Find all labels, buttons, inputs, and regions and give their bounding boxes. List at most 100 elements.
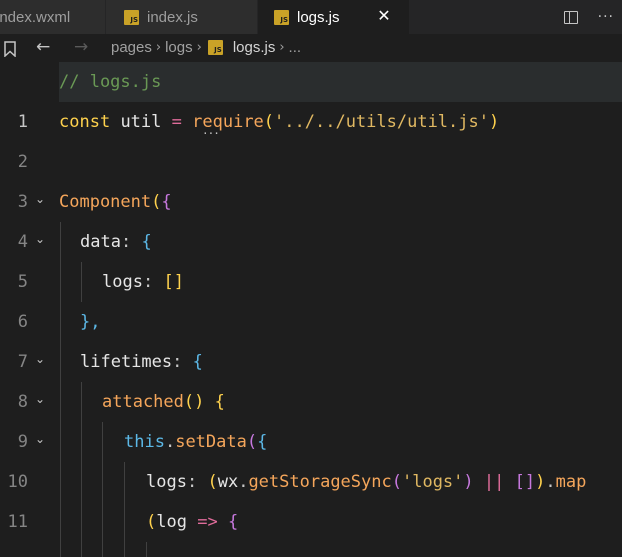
bookmark-icon[interactable] bbox=[4, 41, 16, 57]
dot-token: . bbox=[164, 432, 176, 452]
code-line[interactable]: 8 ⌄ lifetimes: { bbox=[0, 342, 622, 412]
tab-index-js[interactable]: JS index.js bbox=[106, 0, 258, 34]
tab-label: logs.js bbox=[297, 8, 340, 26]
brace-token: }, bbox=[80, 312, 101, 332]
code-line[interactable]: 10 ⌄ this.setData({ bbox=[0, 422, 622, 492]
colon-token: : bbox=[186, 472, 198, 492]
code-line[interactable]: 3 bbox=[0, 142, 622, 212]
colon-token: : bbox=[172, 352, 183, 372]
code-content bbox=[59, 142, 622, 182]
function-token: getStorageSync bbox=[248, 472, 392, 492]
code-content: data: { bbox=[59, 222, 622, 262]
code-line[interactable]: 1 // logs.js bbox=[0, 62, 622, 132]
bracket-token: [] bbox=[514, 472, 536, 492]
chevron-down-icon[interactable]: ⌄ bbox=[33, 182, 47, 222]
paren-token: ( bbox=[246, 432, 258, 452]
indent-guide bbox=[102, 462, 103, 502]
chevron-down-icon[interactable]: ⌄ bbox=[33, 222, 47, 262]
breadcrumb-path: pages › logs › JS logs.js › ... bbox=[111, 39, 301, 56]
code-content: (log => { bbox=[59, 502, 622, 542]
brace-token: { bbox=[227, 512, 239, 532]
keyword-token: this bbox=[124, 432, 165, 452]
tab-index-wxml[interactable]: index.wxml bbox=[0, 0, 106, 34]
indent-guide bbox=[81, 422, 82, 462]
code-line[interactable]: 7 }, bbox=[0, 302, 622, 372]
code-line[interactable]: 12 (log => { bbox=[0, 502, 622, 542]
code-line[interactable]: 5 ⌄ data: { bbox=[0, 222, 622, 292]
code-content: // logs.js bbox=[59, 62, 622, 102]
paren-token: ) bbox=[463, 472, 474, 492]
indent-guide bbox=[102, 542, 103, 557]
code-line[interactable]: 2 const util = require('../../utils/util… bbox=[0, 102, 622, 172]
code-hint-dots[interactable]: ··· bbox=[202, 128, 220, 140]
close-icon[interactable]: ✕ bbox=[375, 7, 393, 25]
code-line[interactable]: 6 logs: [] bbox=[0, 262, 622, 332]
code-line[interactable]: ⌄ bbox=[0, 542, 622, 557]
chevron-down-icon[interactable]: ⌄ bbox=[33, 540, 47, 557]
breadcrumb-item-symbols[interactable]: ... bbox=[289, 39, 302, 56]
function-token: setData bbox=[175, 432, 247, 452]
indent-guide bbox=[81, 502, 82, 542]
paren-token: ( bbox=[391, 472, 402, 492]
code-content: const util = require('../../utils/util.j… bbox=[59, 102, 622, 142]
indent-guide bbox=[60, 502, 61, 542]
function-token: map bbox=[555, 472, 587, 492]
operator-token: => bbox=[197, 512, 218, 532]
identifier-token: util bbox=[120, 112, 162, 132]
tab-label: index.js bbox=[147, 8, 198, 26]
identifier-token: wx bbox=[217, 472, 239, 492]
code-content: attached() { bbox=[59, 382, 622, 422]
indent-guide bbox=[124, 502, 125, 542]
breadcrumb-item-pages[interactable]: pages bbox=[111, 39, 152, 56]
paren-token: ( bbox=[146, 512, 157, 532]
indent-guide bbox=[102, 502, 103, 542]
paren-token: ) bbox=[488, 112, 500, 132]
tab-logs-js[interactable]: JS logs.js ✕ bbox=[258, 0, 410, 34]
code-line[interactable]: 4 ⌄ Component({ bbox=[0, 182, 622, 252]
paren-token: ( bbox=[263, 112, 275, 132]
indent-guide bbox=[102, 422, 103, 462]
brace-token: { bbox=[161, 192, 172, 212]
back-arrow-icon[interactable]: ← bbox=[36, 37, 50, 57]
js-file-icon: JS bbox=[207, 40, 223, 55]
property-token: data bbox=[80, 232, 121, 252]
code-content: Component({ bbox=[59, 182, 622, 222]
js-file-icon: JS bbox=[124, 9, 139, 25]
paren-token: ) bbox=[535, 472, 546, 492]
code-line[interactable]: 11 logs: (wx.getStorageSync('logs') || [… bbox=[0, 462, 622, 532]
chevron-down-icon[interactable]: ⌄ bbox=[33, 382, 47, 422]
code-content: logs: [] bbox=[59, 262, 622, 302]
chevron-right-icon: › bbox=[279, 40, 285, 55]
bracket-token: [] bbox=[163, 272, 184, 292]
indent-guide bbox=[60, 382, 61, 422]
chevron-down-icon[interactable]: ⌄ bbox=[33, 342, 47, 382]
js-file-icon: JS bbox=[274, 9, 289, 25]
tab-actions: ··· bbox=[522, 0, 622, 34]
keyword-token: const bbox=[59, 112, 111, 132]
dot-token: . bbox=[545, 472, 556, 492]
paren-token: ( bbox=[151, 192, 162, 212]
string-token: '../../utils/util.js' bbox=[274, 112, 489, 132]
indent-guide bbox=[81, 262, 82, 302]
forward-arrow-icon[interactable]: → bbox=[74, 37, 88, 57]
colon-token: : bbox=[142, 272, 154, 292]
breadcrumb-item-file[interactable]: logs.js bbox=[233, 39, 276, 56]
function-token: Component bbox=[59, 192, 152, 212]
indent-guide bbox=[81, 382, 82, 422]
code-editor[interactable]: 1 // logs.js 2 const util = require('../… bbox=[0, 62, 622, 557]
indent-guide bbox=[60, 262, 61, 302]
breadcrumb: ← → pages › logs › JS logs.js › ... bbox=[0, 34, 622, 62]
brace-token: { bbox=[141, 232, 152, 252]
code-content bbox=[59, 542, 622, 557]
code-line[interactable]: 9 ⌄ attached() { bbox=[0, 382, 622, 452]
more-actions-icon[interactable]: ··· bbox=[598, 9, 614, 25]
code-content: this.setData({ bbox=[59, 422, 622, 462]
operator-token: || bbox=[483, 472, 505, 492]
breadcrumb-item-logs[interactable]: logs bbox=[165, 39, 193, 56]
string-token: 'logs' bbox=[401, 472, 464, 492]
split-editor-icon[interactable] bbox=[563, 10, 578, 24]
indent-guide bbox=[81, 542, 82, 557]
chevron-down-icon[interactable]: ⌄ bbox=[33, 422, 47, 462]
operator-token: = bbox=[171, 112, 182, 132]
dot-token: . bbox=[238, 472, 249, 492]
